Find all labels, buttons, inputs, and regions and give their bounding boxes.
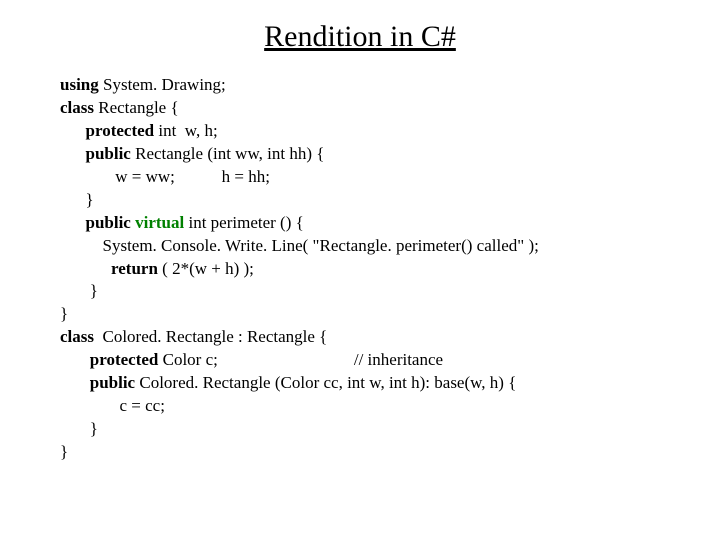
- code-text: ( 2*(w + h) );: [158, 259, 254, 278]
- kw-public: public: [60, 373, 139, 392]
- code-text: int w, h;: [154, 121, 218, 140]
- code-text: System. Console. Write. Line( "Rectangle…: [60, 236, 539, 255]
- code-text: int perimeter () {: [184, 213, 304, 232]
- kw-class: class: [60, 327, 94, 346]
- code-text: Color c; // inheritance: [158, 350, 443, 369]
- kw-using: using: [60, 75, 99, 94]
- slide: Rendition in C# using System. Drawing; c…: [0, 20, 720, 540]
- code-text: Colored. Rectangle (Color cc, int w, int…: [139, 373, 516, 392]
- kw-public: public: [60, 213, 135, 232]
- kw-protected: protected: [60, 121, 154, 140]
- code-text: }: [60, 442, 68, 461]
- code-text: w = ww; h = hh;: [60, 167, 270, 186]
- code-text: }: [60, 281, 98, 300]
- code-text: c = cc;: [60, 396, 165, 415]
- code-text: Rectangle {: [94, 98, 179, 117]
- code-text: }: [60, 419, 98, 438]
- code-block: using System. Drawing; class Rectangle {…: [60, 74, 680, 464]
- code-text: Rectangle (int ww, int hh) {: [131, 144, 325, 163]
- kw-class: class: [60, 98, 94, 117]
- kw-return: return: [60, 259, 158, 278]
- kw-virtual: virtual: [135, 213, 184, 232]
- slide-title: Rendition in C#: [0, 20, 720, 54]
- code-text: System. Drawing;: [99, 75, 226, 94]
- code-text: Colored. Rectangle : Rectangle {: [94, 327, 327, 346]
- kw-protected: protected: [60, 350, 158, 369]
- code-text: }: [60, 190, 94, 209]
- code-text: }: [60, 304, 68, 323]
- kw-public: public: [60, 144, 131, 163]
